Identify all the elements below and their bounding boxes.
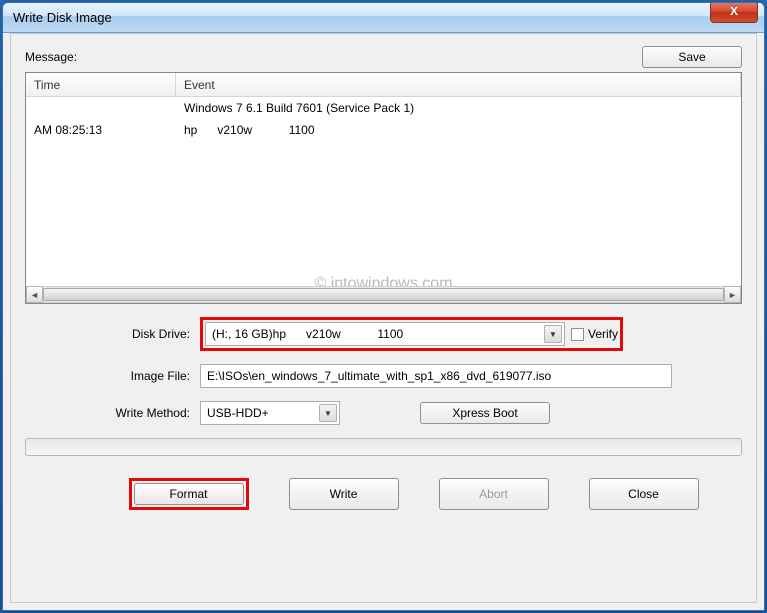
write-button[interactable]: Write xyxy=(289,478,399,510)
scroll-right-button[interactable]: ► xyxy=(724,286,741,303)
cell-event: hp v210w 1100 xyxy=(176,121,323,139)
write-method-combo[interactable]: USB-HDD+ ▼ xyxy=(200,401,340,425)
cell-time xyxy=(26,99,176,117)
write-method-label: Write Method: xyxy=(25,406,200,420)
abort-button: Abort xyxy=(439,478,549,510)
disk-drive-label: Disk Drive: xyxy=(25,327,200,341)
message-listview[interactable]: Time Event Windows 7 6.1 Build 7601 (Ser… xyxy=(25,72,742,304)
column-time[interactable]: Time xyxy=(26,73,176,96)
disk-drive-combo[interactable]: (H:, 16 GB)hp v210w 1100 ▼ xyxy=(205,322,565,346)
image-file-value: E:\ISOs\en_windows_7_ultimate_with_sp1_x… xyxy=(207,369,551,383)
xpress-boot-button[interactable]: Xpress Boot xyxy=(420,402,550,424)
list-row[interactable]: Windows 7 6.1 Build 7601 (Service Pack 1… xyxy=(26,97,741,119)
titlebar[interactable]: Write Disk Image X xyxy=(3,3,764,33)
window-title: Write Disk Image xyxy=(13,10,112,25)
verify-checkbox[interactable]: Verify xyxy=(571,327,618,341)
progress-bar xyxy=(25,438,742,456)
client-area: Message: Save Time Event Windows 7 6.1 B… xyxy=(10,33,757,603)
disk-drive-value: (H:, 16 GB)hp v210w 1100 xyxy=(212,327,403,341)
column-event[interactable]: Event xyxy=(176,73,741,96)
horizontal-scrollbar[interactable]: ◄ ► xyxy=(26,286,741,303)
message-label: Message: xyxy=(25,50,77,64)
chevron-down-icon[interactable]: ▼ xyxy=(319,404,337,422)
watermark-text: © intowindows.com xyxy=(26,275,741,286)
write-method-value: USB-HDD+ xyxy=(207,406,269,420)
listview-body: Windows 7 6.1 Build 7601 (Service Pack 1… xyxy=(26,97,741,286)
image-file-field[interactable]: E:\ISOs\en_windows_7_ultimate_with_sp1_x… xyxy=(200,364,672,388)
checkbox-box[interactable] xyxy=(571,328,584,341)
verify-label: Verify xyxy=(588,327,618,341)
chevron-down-icon[interactable]: ▼ xyxy=(544,325,562,343)
list-row[interactable]: AM 08:25:13 hp v210w 1100 xyxy=(26,119,741,141)
listview-header[interactable]: Time Event xyxy=(26,73,741,97)
format-button[interactable]: Format xyxy=(134,483,244,505)
scroll-left-button[interactable]: ◄ xyxy=(26,286,43,303)
format-highlight: Format xyxy=(129,478,249,510)
cell-event: Windows 7 6.1 Build 7601 (Service Pack 1… xyxy=(176,99,422,117)
save-button[interactable]: Save xyxy=(642,46,742,68)
close-button[interactable]: Close xyxy=(589,478,699,510)
close-window-button[interactable]: X xyxy=(710,2,758,23)
cell-time: AM 08:25:13 xyxy=(26,121,176,139)
scroll-thumb[interactable] xyxy=(43,288,724,301)
scroll-track[interactable] xyxy=(43,286,724,303)
image-file-label: Image File: xyxy=(25,369,200,383)
window-frame: Write Disk Image X Message: Save Time Ev… xyxy=(2,2,765,611)
disk-drive-highlight: (H:, 16 GB)hp v210w 1100 ▼ Verify xyxy=(200,317,623,351)
